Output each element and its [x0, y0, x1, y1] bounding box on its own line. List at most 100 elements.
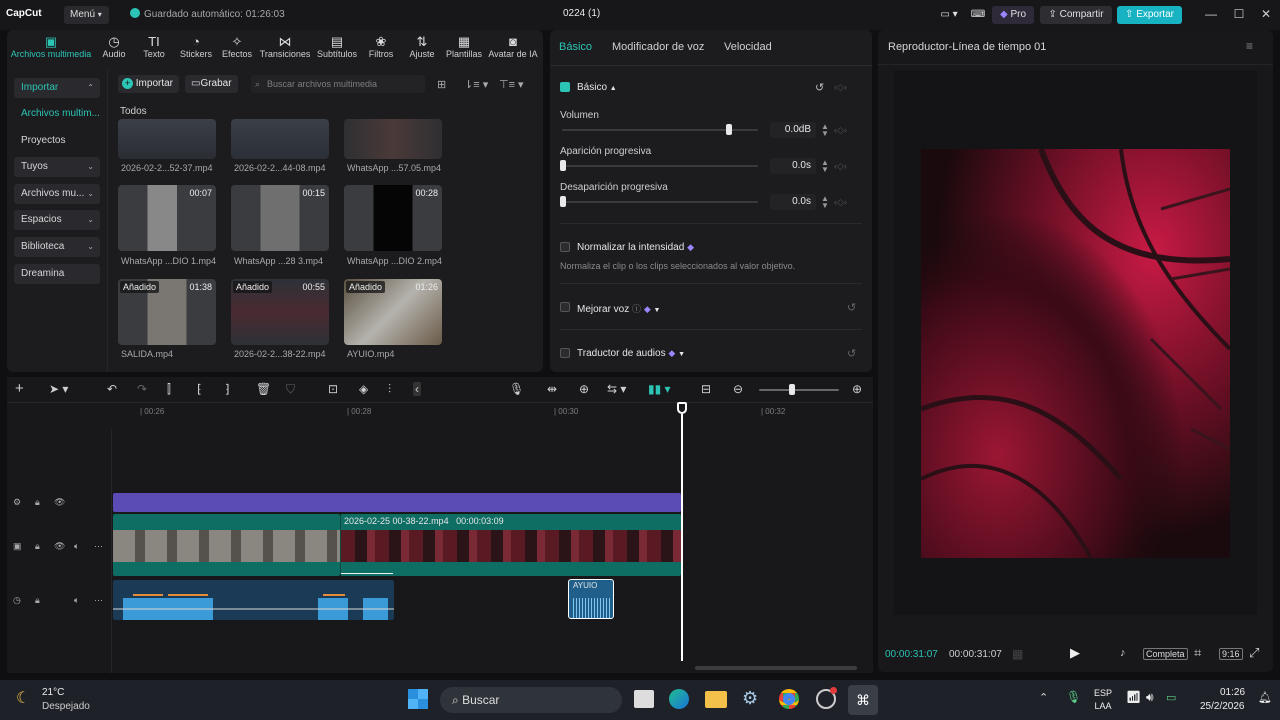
fadeout-value-input[interactable]: 0.0s [770, 194, 816, 210]
sidebar-item-archivos-mu[interactable]: Archivos mu... ⌄ [14, 184, 100, 204]
sidebar-item-proyectos[interactable]: Proyectos secun... [14, 131, 100, 166]
stepper-icon[interactable]: ▲ ▼ [821, 159, 829, 174]
notification-bell-icon[interactable]: 🔔︎ [1258, 691, 1272, 704]
edge-icon[interactable] [669, 689, 689, 709]
tab-subtitles[interactable]: ▤ Subtítulos [314, 34, 360, 62]
zoom-out-icon[interactable]: ⊖ [733, 382, 743, 396]
grid-view-icon[interactable]: ⊞ [437, 78, 446, 91]
folder-icon[interactable] [705, 691, 727, 708]
sort-icon[interactable]: ⇂≡ ▾ [464, 78, 488, 91]
auto-reframe-icon[interactable]: ⊡ [328, 382, 338, 396]
split-view-icon[interactable]: ▮▮ ▾ [648, 382, 671, 396]
tab-effects[interactable]: ✧ Efectos [214, 34, 260, 62]
frame-grid-icon[interactable]: ▦ [1012, 647, 1023, 661]
aspect-ratio-button[interactable]: 9:16 [1219, 648, 1243, 660]
volume-slider-knob[interactable] [725, 124, 732, 135]
keyboard-icon[interactable]: ⌨ [968, 6, 988, 24]
tab-transitions[interactable]: ⋈ Transiciones [258, 34, 312, 62]
battery-icon[interactable]: ▭ [1166, 691, 1176, 704]
speaker-icon[interactable]: 🔊︎ [1146, 690, 1154, 705]
reset-icon[interactable]: ↺ [815, 81, 824, 94]
tab-text[interactable]: TI Texto [131, 34, 177, 62]
fadein-slider[interactable] [562, 165, 758, 167]
search-input[interactable]: ⌕ Buscar archivos multimedia [251, 75, 425, 93]
playhead-line[interactable] [681, 414, 683, 661]
playhead-handle[interactable] [677, 402, 687, 414]
keyframe-icon[interactable]: ‹◇› [834, 197, 847, 208]
trim-right-icon[interactable]: ⁆ [225, 382, 230, 396]
undo-icon[interactable]: ↶ [107, 382, 117, 396]
eye-icon[interactable]: 👁︎ [54, 541, 65, 552]
tab-media[interactable]: ▣ Archivos multimedia [9, 34, 93, 62]
audio-adjust-icon[interactable]: ⫶ [388, 382, 391, 397]
add-track-icon[interactable]: + [15, 380, 24, 397]
capcut-taskbar-icon[interactable]: ⌘ [848, 685, 878, 715]
enhance-voice-checkbox[interactable] [560, 302, 570, 312]
keyframe-icon[interactable]: ‹◇› [834, 161, 847, 172]
chrome-icon[interactable] [779, 689, 799, 709]
sidebar-item-importar[interactable]: Importar ⌃ [14, 78, 100, 98]
reset-icon[interactable]: ↺ [847, 301, 856, 314]
zoom-slider-knob[interactable] [789, 384, 795, 395]
zoom-in-icon[interactable]: ⊕ [852, 382, 862, 396]
filter-icon[interactable]: ⊤≡ ▾ [499, 78, 524, 91]
minimize-icon[interactable]: — [1203, 6, 1219, 22]
windows-start-icon[interactable] [408, 689, 428, 709]
tab-stickers[interactable]: ◔ Stickers [173, 34, 219, 62]
more-icon[interactable]: ⋯ [94, 541, 103, 552]
language-indicator[interactable]: ESP LAA [1094, 687, 1112, 713]
tab-templates[interactable]: ▦ Plantillas [441, 34, 487, 62]
tiktok-icon[interactable]: ♪ [1120, 647, 1126, 659]
tab-ai-avatar[interactable]: ◙ Avatar de IA [485, 34, 541, 62]
fadein-value-input[interactable]: 0.0s [770, 158, 816, 174]
play-icon[interactable]: ▶ [1070, 645, 1080, 661]
screenshot-icon[interactable]: ⌗ [1194, 645, 1201, 661]
select-tool-icon[interactable]: ➤ ▾ [49, 382, 68, 396]
linkage-icon[interactable]: ⇆ ▾ [607, 382, 626, 396]
volume-value-input[interactable]: 0.0dB [770, 122, 816, 138]
sidebar-item-espacios[interactable]: Espacios ⌄ [14, 210, 100, 230]
media-thumb[interactable]: Añadido 01:26 [344, 279, 442, 345]
media-thumb[interactable] [344, 119, 442, 159]
stepper-icon[interactable]: ▲ ▼ [821, 123, 829, 138]
settings-icon[interactable]: ⚙ [742, 688, 758, 709]
pro-button[interactable]: ◆ Pro [992, 6, 1034, 24]
media-thumb[interactable]: 00:07 [118, 185, 216, 251]
media-thumb[interactable]: Añadido 01:38 [118, 279, 216, 345]
tab-adjust[interactable]: ⇅ Ajuste [399, 34, 445, 62]
media-thumb[interactable]: 00:28 [344, 185, 442, 251]
lock-icon[interactable]: 🔒︎ [35, 497, 40, 508]
basic-checkbox[interactable] [560, 82, 570, 92]
zoom-slider[interactable] [759, 389, 839, 391]
tab-basic[interactable]: Básico [559, 41, 592, 53]
layout-button[interactable]: ▭ ▾ [934, 6, 964, 24]
shield-icon[interactable]: ⛉ [286, 382, 295, 397]
volume-icon[interactable]: 🔈︎ [74, 595, 79, 606]
timeline-scrollbar[interactable] [695, 666, 857, 670]
wifi-icon[interactable]: 📶︎ [1126, 690, 1141, 704]
reset-icon[interactable]: ↺ [847, 347, 856, 360]
clock-date[interactable]: 25/2/2026 [1200, 701, 1245, 712]
sidebar-item-archivos-multimedia[interactable]: Archivos multim... [14, 104, 100, 124]
split-icon[interactable]: ⫿ [167, 382, 171, 397]
tab-filters[interactable]: ❀ Filtros [358, 34, 404, 62]
cover-icon[interactable]: ▣ [13, 541, 22, 552]
more-icon[interactable]: ⋯ [94, 595, 103, 606]
player-menu-icon[interactable]: ≡ [1246, 39, 1253, 53]
fullscreen-icon[interactable]: ⤢ [1249, 645, 1259, 661]
microphone-icon[interactable]: 🎙︎ [1066, 690, 1081, 704]
sidebar-item-biblioteca[interactable]: Biblioteca ⌄ [14, 237, 100, 257]
preview-axis-icon[interactable]: ⊟ [701, 382, 711, 396]
chevron-up-icon[interactable]: ⌃ [1039, 691, 1048, 704]
media-thumb[interactable] [231, 119, 329, 159]
keyframe-icon[interactable]: ‹◇› [834, 125, 847, 136]
clock-time[interactable]: 01:26 [1220, 687, 1245, 698]
color-icon[interactable]: ◈ [359, 382, 368, 396]
microphone-icon[interactable]: 🎙 [509, 382, 524, 396]
fadeout-slider-knob[interactable] [560, 196, 566, 207]
taskbar-search[interactable]: ⌕ Buscar [440, 687, 622, 713]
effect-clip[interactable] [113, 493, 681, 512]
media-thumb[interactable] [118, 119, 216, 159]
sidebar-item-tuyos[interactable]: Tuyos ⌄ [14, 157, 100, 177]
media-thumb[interactable]: Añadido 00:55 [231, 279, 329, 345]
